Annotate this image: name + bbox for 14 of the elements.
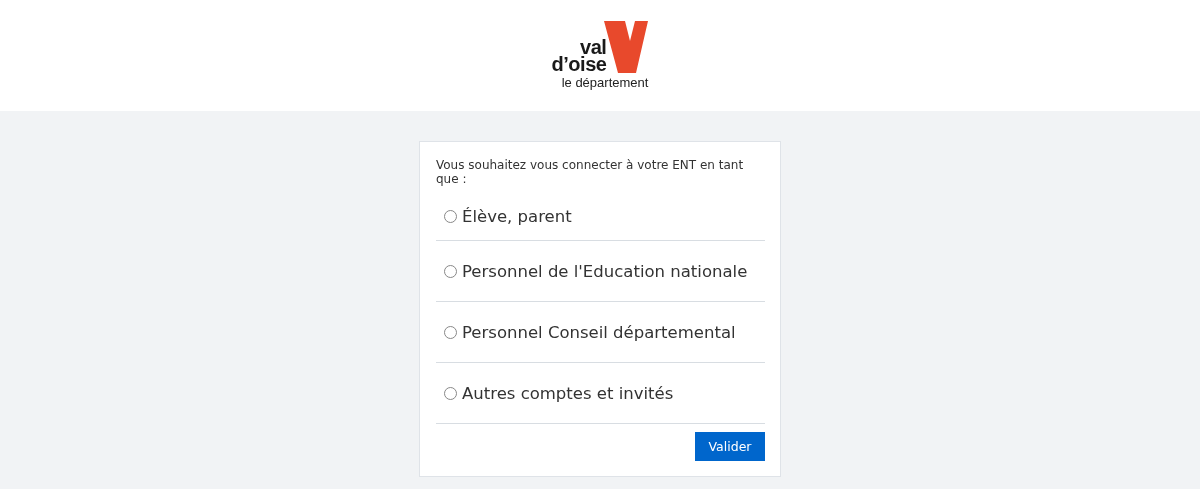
option-label[interactable]: Autres comptes et invités xyxy=(462,383,674,403)
prompt-text: Vous souhaitez vous connecter à votre ENT en tant que : xyxy=(436,158,745,186)
submit-button[interactable]: Valider xyxy=(695,432,765,461)
option-label[interactable]: Personnel de l'Education nationale xyxy=(462,261,748,281)
logo-text: val xyxy=(580,39,607,56)
logo-tagline: le département xyxy=(561,75,649,90)
radio-button[interactable] xyxy=(444,386,457,400)
logo-text: d’oise xyxy=(551,56,607,73)
radio-button[interactable] xyxy=(444,264,457,278)
radio-button[interactable] xyxy=(444,325,457,339)
logo-mark-icon xyxy=(604,21,649,73)
radio-button[interactable] xyxy=(444,209,457,223)
option-label[interactable]: Personnel Conseil départemental xyxy=(462,322,736,342)
option-label[interactable]: Élève, parent xyxy=(462,206,572,226)
